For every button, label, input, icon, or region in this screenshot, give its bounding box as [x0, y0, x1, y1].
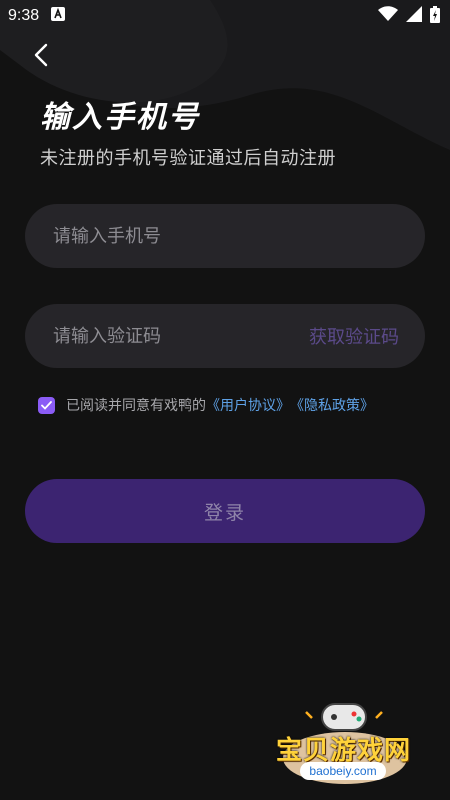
battery-icon [430, 5, 440, 27]
agreement-text: 已阅读并同意有戏鸭的 [66, 398, 206, 414]
login-button[interactable]: 登录 [25, 479, 425, 543]
status-bar: 9:38 [0, 0, 450, 32]
privacy-policy-link[interactable]: 《隐私政策》 [290, 395, 374, 415]
page-subtitle: 未注册的手机号验证通过后自动注册 [40, 148, 336, 169]
wifi-icon [378, 6, 398, 26]
code-input[interactable] [51, 324, 309, 348]
page-title: 输入手机号 [40, 100, 200, 135]
get-code-button[interactable]: 获取验证码 [309, 323, 399, 349]
agreement-row: 已阅读并同意有戏鸭的 《用户协议》 《隐私政策》 [38, 395, 374, 415]
phone-field[interactable] [25, 204, 425, 268]
a-badge-icon [51, 7, 66, 25]
back-button[interactable] [26, 42, 56, 72]
user-agreement-link[interactable]: 《用户协议》 [206, 395, 290, 415]
phone-input[interactable] [51, 224, 399, 248]
code-field[interactable]: 获取验证码 [25, 304, 425, 368]
chevron-left-icon [33, 43, 49, 71]
agreement-checkbox[interactable] [38, 396, 55, 414]
check-icon [41, 400, 52, 410]
signal-icon [406, 6, 422, 26]
status-time: 9:38 [8, 7, 40, 24]
watermark-url: baobeiy.com [300, 762, 386, 780]
